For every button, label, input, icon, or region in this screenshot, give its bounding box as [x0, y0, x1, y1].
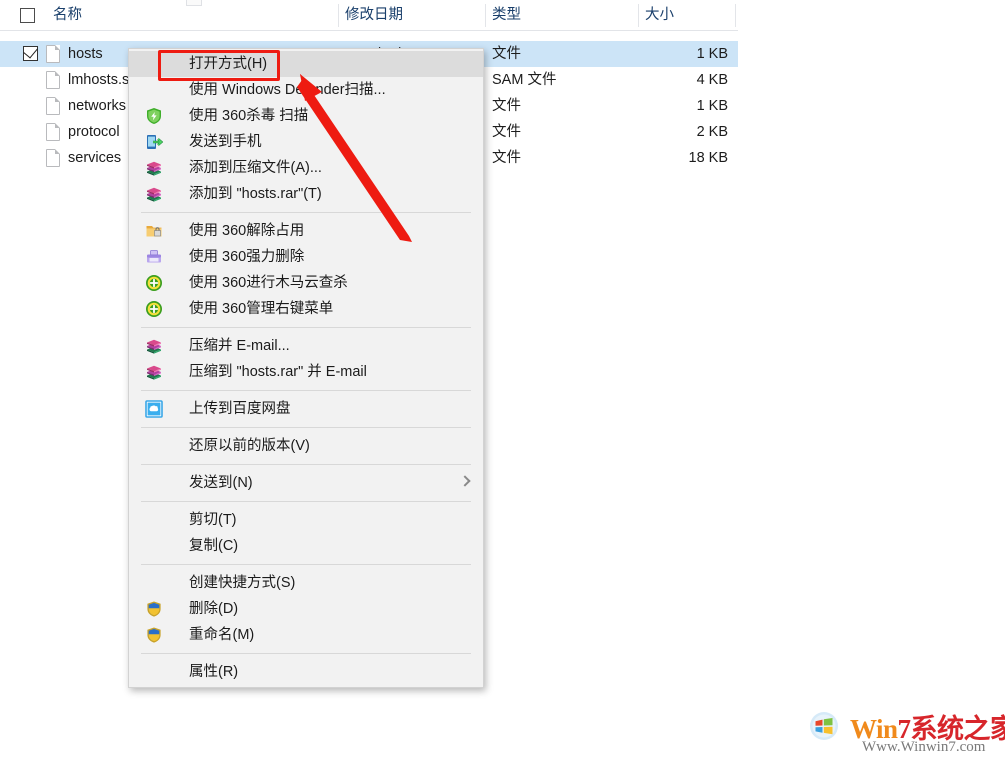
watermark-url: Www.Winwin7.com	[862, 739, 985, 756]
column-divider[interactable]	[735, 4, 736, 27]
context-menu-item[interactable]: 发送到手机	[129, 129, 483, 155]
context-menu-item-label: 重命名(M)	[189, 627, 254, 643]
context-menu-item-label: 使用 360解除占用	[189, 223, 304, 239]
purple-box-icon	[145, 248, 163, 266]
context-menu-item[interactable]: 还原以前的版本(V)	[129, 433, 483, 459]
file-type: 文件	[492, 119, 521, 145]
column-divider[interactable]	[338, 4, 339, 27]
context-menu-item[interactable]: 上传到百度网盘	[129, 396, 483, 422]
context-menu-item[interactable]: 使用 360强力删除	[129, 244, 483, 270]
file-type: SAM 文件	[492, 67, 556, 93]
context-menu-item-label: 添加到 "hosts.rar"(T)	[189, 186, 322, 202]
menu-separator	[141, 327, 471, 328]
file-name: services	[68, 145, 121, 171]
context-menu-item-label: 压缩到 "hosts.rar" 并 E-mail	[189, 364, 367, 380]
context-menu-item-label: 复制(C)	[189, 538, 238, 554]
chevron-right-icon	[459, 475, 470, 486]
context-menu-item[interactable]: 重命名(M)	[129, 622, 483, 648]
column-resize-nub	[186, 0, 202, 6]
context-menu-item-label: 使用 360管理右键菜单	[189, 301, 333, 317]
file-icon	[46, 71, 60, 89]
column-divider[interactable]	[485, 4, 486, 27]
context-menu-item-label: 使用 Windows Defender扫描...	[189, 82, 386, 98]
send-phone-icon	[145, 133, 163, 151]
row-checkbox[interactable]	[23, 46, 38, 61]
file-size: 1 KB	[558, 93, 728, 119]
uac-shield-icon	[145, 626, 163, 644]
folder-lock-icon	[145, 222, 163, 240]
column-header-bar: 名称 修改日期 类型 大小	[0, 0, 738, 31]
column-header-type[interactable]: 类型	[492, 0, 521, 30]
annotation-highlight-box	[158, 50, 280, 81]
context-menu-item[interactable]: 剪切(T)	[129, 507, 483, 533]
360-green-icon	[145, 300, 163, 318]
context-menu-item[interactable]: 删除(D)	[129, 596, 483, 622]
file-icon	[46, 123, 60, 141]
winrar-icon	[145, 363, 163, 381]
context-menu-item-label: 添加到压缩文件(A)...	[189, 160, 322, 176]
context-menu-item[interactable]: 使用 360解除占用	[129, 218, 483, 244]
file-icon	[46, 45, 60, 63]
column-header-name[interactable]: 名称	[53, 0, 82, 30]
file-size: 18 KB	[558, 145, 728, 171]
file-type: 文件	[492, 93, 521, 119]
context-menu[interactable]: 打开方式(H)使用 Windows Defender扫描...使用 360杀毒 …	[128, 48, 484, 688]
column-header-size[interactable]: 大小	[645, 0, 674, 30]
shield-green-icon	[145, 107, 163, 125]
menu-separator	[141, 653, 471, 654]
select-all-checkbox[interactable]	[20, 8, 35, 23]
file-name: protocol	[68, 119, 120, 145]
screen: 名称 修改日期 类型 大小 hosts 2015/10/30 15:31 文件 …	[0, 0, 1005, 764]
menu-separator	[141, 427, 471, 428]
context-menu-item[interactable]: 复制(C)	[129, 533, 483, 559]
file-size: 2 KB	[558, 119, 728, 145]
winrar-icon	[145, 337, 163, 355]
context-menu-item[interactable]: 创建快捷方式(S)	[129, 570, 483, 596]
menu-separator	[141, 464, 471, 465]
winrar-icon	[145, 159, 163, 177]
uac-shield-icon	[145, 600, 163, 618]
context-menu-item[interactable]: 发送到(N)	[129, 470, 483, 496]
context-menu-item[interactable]: 使用 360杀毒 扫描	[129, 103, 483, 129]
context-menu-item[interactable]: 使用 360管理右键菜单	[129, 296, 483, 322]
context-menu-item[interactable]: 使用 360进行木马云查杀	[129, 270, 483, 296]
context-menu-item-label: 剪切(T)	[189, 512, 237, 528]
menu-separator	[141, 564, 471, 565]
context-menu-item-label: 上传到百度网盘	[189, 401, 291, 417]
column-header-date[interactable]: 修改日期	[345, 0, 403, 30]
baidu-cloud-icon	[145, 400, 163, 418]
menu-separator	[141, 390, 471, 391]
360-green-icon	[145, 274, 163, 292]
context-menu-item-label: 删除(D)	[189, 601, 238, 617]
file-size: 1 KB	[558, 41, 728, 67]
menu-separator	[141, 212, 471, 213]
context-menu-item-label: 使用 360强力删除	[189, 249, 304, 265]
context-menu-item[interactable]: 压缩到 "hosts.rar" 并 E-mail	[129, 359, 483, 385]
file-type: 文件	[492, 145, 521, 171]
winrar-icon	[145, 185, 163, 203]
context-menu-item[interactable]: 添加到压缩文件(A)...	[129, 155, 483, 181]
context-menu-item-label: 属性(R)	[189, 664, 238, 680]
context-menu-item-label: 使用 360进行木马云查杀	[189, 275, 348, 291]
file-type: 文件	[492, 41, 521, 67]
column-divider[interactable]	[638, 4, 639, 27]
file-name: hosts	[68, 41, 103, 67]
file-name: networks	[68, 93, 126, 119]
context-menu-item-label: 发送到手机	[189, 134, 262, 150]
file-icon	[46, 97, 60, 115]
context-menu-item-label: 发送到(N)	[189, 475, 253, 491]
menu-separator	[141, 501, 471, 502]
windows-logo-icon	[806, 711, 846, 741]
watermark: Win7系统之家 Www.Winwin7.com	[806, 707, 1002, 759]
context-menu-item[interactable]: 属性(R)	[129, 659, 483, 685]
file-icon	[46, 149, 60, 167]
context-menu-item-label: 使用 360杀毒 扫描	[189, 108, 308, 124]
context-menu-item-label: 创建快捷方式(S)	[189, 575, 295, 591]
file-size: 4 KB	[558, 67, 728, 93]
context-menu-item[interactable]: 压缩并 E-mail...	[129, 333, 483, 359]
context-menu-item-label: 还原以前的版本(V)	[189, 438, 310, 454]
context-menu-item[interactable]: 添加到 "hosts.rar"(T)	[129, 181, 483, 207]
context-menu-item-label: 压缩并 E-mail...	[189, 338, 290, 354]
